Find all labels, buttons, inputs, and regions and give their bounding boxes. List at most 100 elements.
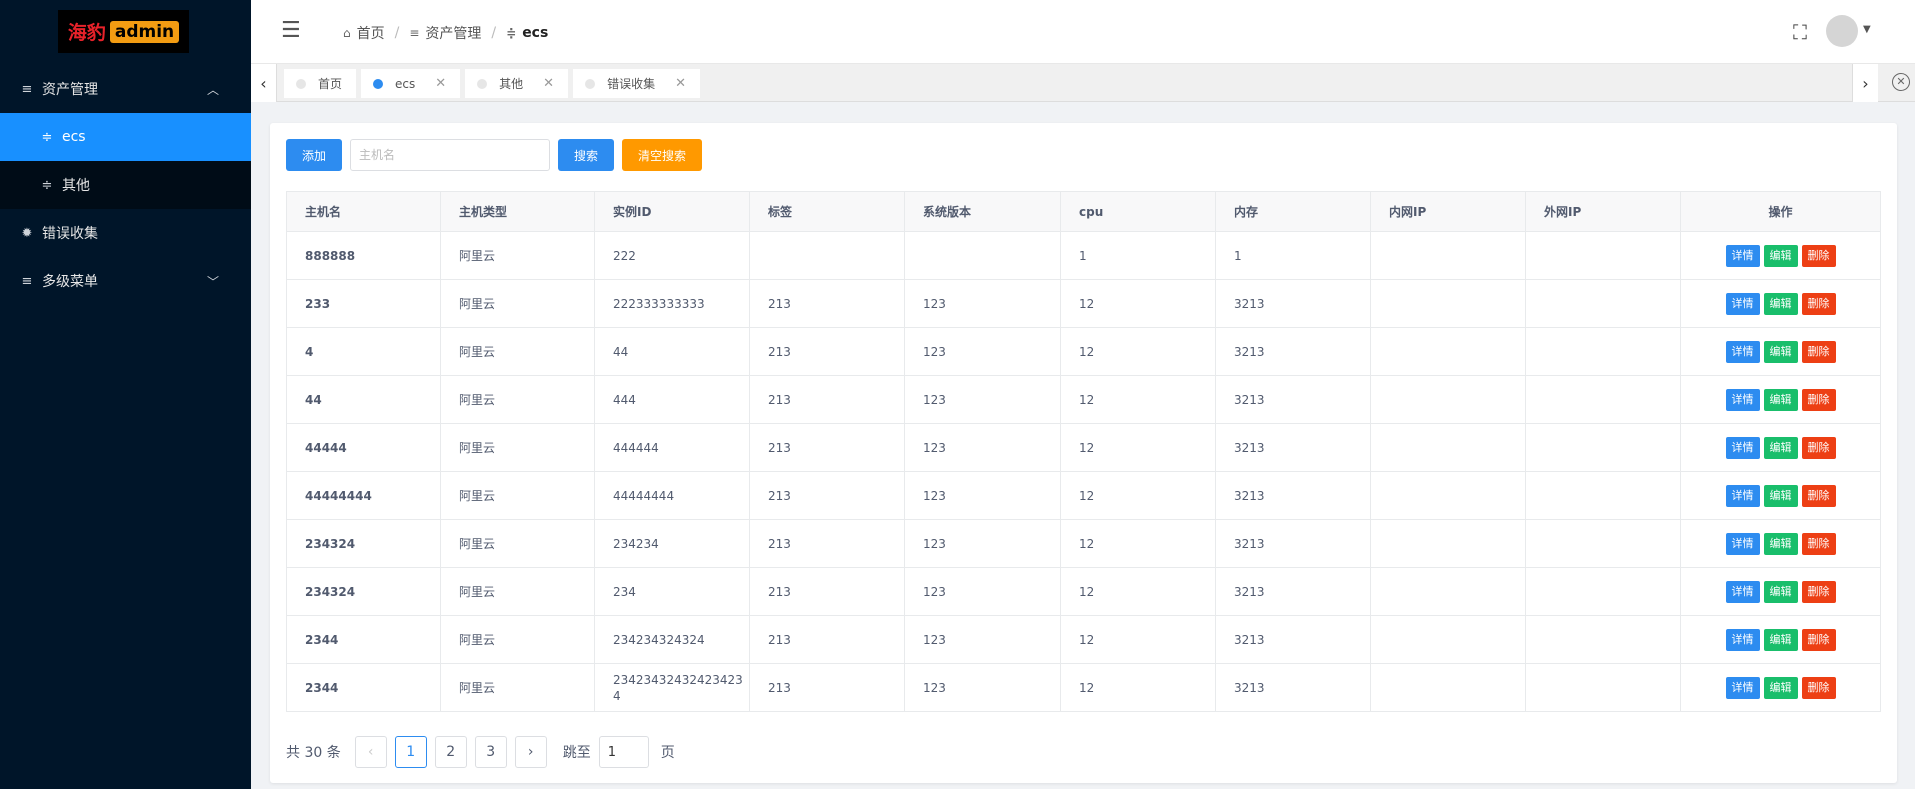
page-button-1[interactable]: 1 (394, 736, 427, 768)
table-header-row: 主机名 主机类型 实例ID 标签 系统版本 cpu 内存 内网IP 外网IP 操… (286, 191, 1881, 232)
table-cell: 213 (749, 279, 905, 328)
edit-button[interactable]: 编辑 (1763, 388, 1798, 411)
delete-button[interactable]: 删除 (1801, 676, 1836, 699)
delete-button[interactable]: 删除 (1801, 436, 1836, 459)
edit-button[interactable]: 编辑 (1763, 292, 1798, 315)
sidebar-item-other[interactable]: ≑ 其他 (0, 161, 251, 209)
tabs-scroll-right-icon[interactable]: › (1852, 64, 1878, 102)
table-cell (1370, 615, 1526, 664)
page-button-2[interactable]: 2 (434, 736, 467, 768)
detail-button[interactable]: 详情 (1725, 244, 1760, 267)
detail-button[interactable]: 详情 (1725, 676, 1760, 699)
table-cell: 213 (749, 471, 905, 520)
table-cell: 234234324324234234 (594, 663, 750, 712)
caret-down-icon[interactable]: ▼ (1863, 24, 1871, 35)
page-button-3[interactable]: 3 (474, 736, 507, 768)
detail-button[interactable]: 详情 (1725, 580, 1760, 603)
table-cell: 12 (1060, 519, 1216, 568)
fullscreen-icon[interactable]: ⛶ (1793, 20, 1807, 44)
table-cell (749, 231, 905, 280)
menu-icon: ≡ (21, 273, 33, 289)
search-button[interactable]: 搜索 (558, 139, 614, 171)
edit-button[interactable]: 编辑 (1763, 628, 1798, 651)
avatar[interactable] (1826, 15, 1858, 47)
delete-button[interactable]: 删除 (1801, 244, 1836, 267)
edit-button[interactable]: 编辑 (1763, 244, 1798, 267)
table-cell: 阿里云 (440, 471, 595, 520)
breadcrumb-item-asset-management[interactable]: ≡ 资产管理 (409, 23, 481, 43)
edit-button[interactable]: 编辑 (1763, 484, 1798, 507)
table-cell: 123 (904, 471, 1061, 520)
table-row: 234324 阿里云 234234 213 123 12 3213 详情 编辑 删除 (286, 519, 1881, 568)
detail-button[interactable]: 详情 (1725, 628, 1760, 651)
sidebar-item-multi-level-menu[interactable]: ≡ 多级菜单 ﹀ (0, 257, 251, 305)
tab-close-icon[interactable]: ✕ (543, 76, 554, 91)
detail-button[interactable]: 详情 (1725, 292, 1760, 315)
filter-icon: ≑ (41, 177, 53, 193)
table-cell: 1 (1215, 231, 1371, 280)
tab-dot-icon (477, 78, 488, 89)
next-page-button[interactable]: › (514, 736, 547, 768)
search-input[interactable] (350, 139, 550, 171)
detail-button[interactable]: 详情 (1725, 436, 1760, 459)
filter-icon: ≑ (41, 129, 53, 145)
detail-button[interactable]: 详情 (1725, 388, 1760, 411)
delete-button[interactable]: 删除 (1801, 580, 1836, 603)
add-button[interactable]: 添加 (286, 139, 342, 171)
breadcrumb-item-home[interactable]: ⌂ 首页 (343, 23, 385, 43)
table-cell: 阿里云 (440, 423, 595, 472)
delete-button[interactable]: 删除 (1801, 340, 1836, 363)
detail-button[interactable]: 详情 (1725, 532, 1760, 555)
table-cell: 12 (1060, 375, 1216, 424)
table-cell: 123 (904, 279, 1061, 328)
delete-button[interactable]: 删除 (1801, 388, 1836, 411)
breadcrumb-separator: / (394, 25, 400, 41)
detail-button[interactable]: 详情 (1725, 340, 1760, 363)
table-cell (1525, 375, 1681, 424)
table-cell: 1 (1060, 231, 1216, 280)
table-cell: 3213 (1215, 279, 1371, 328)
header: ☰ ⌂ 首页 / ≡ 资产管理 / ≑ ecs ⛶ ▼ (251, 0, 1915, 64)
logo-en-text: admin (109, 20, 180, 43)
table-cell (1525, 423, 1681, 472)
delete-button[interactable]: 删除 (1801, 532, 1836, 555)
prev-page-button[interactable]: ‹ (354, 736, 387, 768)
jump-page-input[interactable] (598, 736, 649, 768)
tab-close-icon[interactable]: ✕ (675, 76, 686, 91)
tabs-scroll-left-icon[interactable]: ‹ (251, 64, 277, 102)
actions-cell: 详情 编辑 删除 (1680, 567, 1881, 616)
table-cell (1525, 615, 1681, 664)
column-header: 外网IP (1525, 191, 1681, 232)
edit-button[interactable]: 编辑 (1763, 436, 1798, 459)
sidebar: 海豹 admin ≡ 资产管理 ︿ ≑ ecs ≑ 其他 ✹ 错误收集 ≡ 多级… (0, 0, 251, 789)
hamburger-icon[interactable]: ☰ (281, 18, 301, 43)
tab-error-collection[interactable]: 错误收集 ✕ (573, 69, 700, 98)
clear-search-button[interactable]: 清空搜索 (622, 139, 702, 171)
edit-button[interactable]: 编辑 (1763, 580, 1798, 603)
tab-dot-icon (296, 78, 306, 89)
column-header: 系统版本 (904, 191, 1061, 232)
sidebar-item-ecs[interactable]: ≑ ecs (0, 113, 251, 161)
edit-button[interactable]: 编辑 (1763, 532, 1798, 555)
detail-button[interactable]: 详情 (1725, 484, 1760, 507)
tab-ecs[interactable]: ecs ✕ (361, 69, 461, 98)
sidebar-item-asset-management[interactable]: ≡ 资产管理 ︿ (0, 65, 251, 113)
edit-button[interactable]: 编辑 (1763, 340, 1798, 363)
tab-home[interactable]: 首页 (284, 69, 357, 98)
sidebar-item-error-collection[interactable]: ✹ 错误收集 (0, 209, 251, 257)
table-cell: 44 (286, 375, 441, 424)
delete-button[interactable]: 删除 (1801, 628, 1836, 651)
column-header: 操作 (1680, 191, 1881, 232)
tabs: 首页 ecs ✕ 其他 ✕ 错误收集 ✕ (284, 69, 700, 98)
table-cell: 3213 (1215, 663, 1371, 712)
logo: 海豹 admin (58, 10, 189, 53)
delete-button[interactable]: 删除 (1801, 292, 1836, 315)
tab-close-icon[interactable]: ✕ (435, 76, 446, 91)
delete-button[interactable]: 删除 (1801, 484, 1836, 507)
tab-other[interactable]: 其他 ✕ (465, 69, 569, 98)
close-all-tabs-icon[interactable]: ✕ (1892, 73, 1910, 91)
table-row: 2344 阿里云 234234324324234234 213 123 12 3213 详情编… (286, 663, 1881, 712)
table-cell: 3213 (1215, 519, 1371, 568)
edit-button[interactable]: 编辑 (1763, 676, 1798, 699)
table-cell: 12 (1060, 279, 1216, 328)
